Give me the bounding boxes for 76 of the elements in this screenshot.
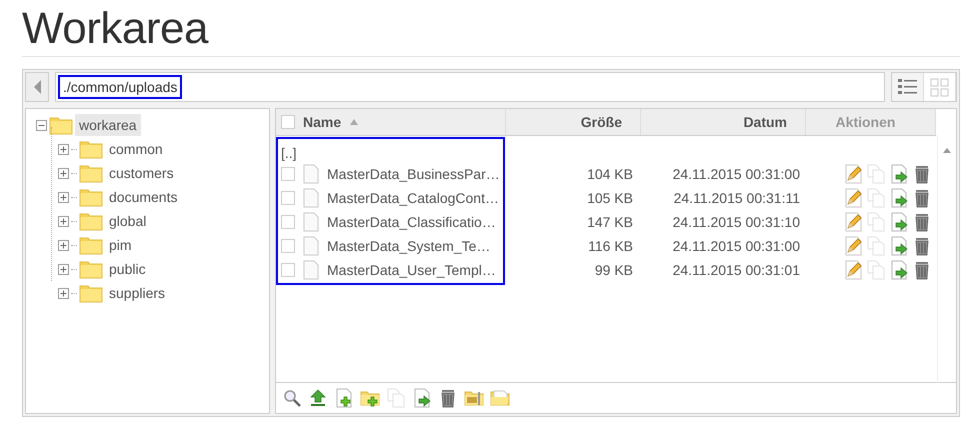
folder-icon <box>79 139 103 159</box>
file-date: 24.11.2015 00:31:10 <box>672 214 800 230</box>
file-name[interactable]: MasterData_BusinessPar… <box>327 166 500 182</box>
file-icon <box>303 260 319 280</box>
column-header[interactable]: Name <box>303 114 342 130</box>
column-header: Aktionen <box>836 114 896 130</box>
pencil-icon[interactable] <box>843 260 863 280</box>
folder-label[interactable]: customers <box>105 165 178 181</box>
file-size: 105 KB <box>587 190 633 206</box>
open-folder-icon <box>49 115 73 135</box>
expand-icon[interactable] <box>58 168 69 178</box>
file-icon <box>303 188 319 208</box>
path-field[interactable]: ./common/uploads <box>55 72 885 102</box>
folder-icon <box>79 163 103 183</box>
file-arrow-icon[interactable] <box>889 164 909 184</box>
expand-icon[interactable] <box>58 264 69 274</box>
file-date: 24.11.2015 00:31:00 <box>672 166 800 182</box>
checkbox[interactable] <box>281 191 295 205</box>
page-title: Workarea <box>22 4 208 54</box>
file-name[interactable]: MasterData_User_Templ… <box>327 262 496 278</box>
checkbox[interactable] <box>281 263 295 277</box>
expand-icon[interactable] <box>58 192 69 202</box>
folder-label[interactable]: documents <box>105 189 182 205</box>
file-icon <box>303 236 319 256</box>
search-icon[interactable] <box>282 388 302 408</box>
folder-icon <box>79 211 103 231</box>
folder-icon <box>79 187 103 207</box>
back-arrow-icon <box>32 80 42 94</box>
parent-folder-link[interactable]: [..] <box>281 145 297 161</box>
column-header[interactable]: Datum <box>743 114 787 130</box>
file-arrow-icon[interactable] <box>889 260 909 280</box>
expand-icon[interactable] <box>58 240 69 250</box>
folder-label[interactable]: public <box>105 261 150 277</box>
folder-icon <box>79 235 103 255</box>
folder-icon <box>79 259 103 279</box>
scroll-up-icon[interactable] <box>943 147 951 153</box>
file-size: 99 KB <box>594 262 633 278</box>
path-text: ./common/uploads <box>58 75 182 99</box>
expand-icon[interactable] <box>58 288 69 298</box>
folder-label[interactable]: suppliers <box>105 285 170 301</box>
file-icon <box>303 212 319 232</box>
view-mode-button[interactable] <box>892 73 924 101</box>
collapse-icon[interactable] <box>36 120 47 130</box>
pencil-icon[interactable] <box>843 236 863 256</box>
pencil-icon[interactable] <box>843 212 863 232</box>
file-arrow-icon[interactable] <box>412 388 432 408</box>
pencil-icon[interactable] <box>843 164 863 184</box>
upload-icon[interactable] <box>308 388 328 408</box>
file-name[interactable]: MasterData_System_Te… <box>327 238 490 254</box>
file-date: 24.11.2015 00:31:00 <box>672 238 800 254</box>
pencil-icon[interactable] <box>843 188 863 208</box>
file-size: 147 KB <box>587 214 633 230</box>
back-button[interactable] <box>25 72 49 102</box>
file-name[interactable]: MasterData_Classificatio… <box>327 214 496 230</box>
file-size: 116 KB <box>588 238 633 254</box>
file-icon <box>303 164 319 184</box>
new-file-icon[interactable] <box>334 388 354 408</box>
file-arrow-icon[interactable] <box>889 236 909 256</box>
checkbox[interactable] <box>281 167 295 181</box>
folder-label[interactable]: global <box>105 213 150 229</box>
file-name[interactable]: MasterData_CatalogCont… <box>327 190 499 206</box>
checkbox[interactable] <box>281 215 295 229</box>
file-date: 24.11.2015 00:31:01 <box>672 262 800 278</box>
file-date: 24.11.2015 00:31:11 <box>674 190 800 206</box>
column-header[interactable]: Größe <box>580 114 622 130</box>
expand-icon[interactable] <box>58 216 69 226</box>
folder-icon <box>79 283 103 303</box>
folder-label[interactable]: workarea <box>75 114 141 136</box>
folder-label[interactable]: common <box>105 141 167 157</box>
folder-label[interactable]: pim <box>105 237 136 253</box>
file-arrow-icon[interactable] <box>889 188 909 208</box>
checkbox[interactable] <box>281 115 295 129</box>
expand-icon[interactable] <box>58 144 69 154</box>
file-arrow-icon[interactable] <box>889 212 909 232</box>
file-size: 104 KB <box>587 166 633 182</box>
checkbox[interactable] <box>281 239 295 253</box>
